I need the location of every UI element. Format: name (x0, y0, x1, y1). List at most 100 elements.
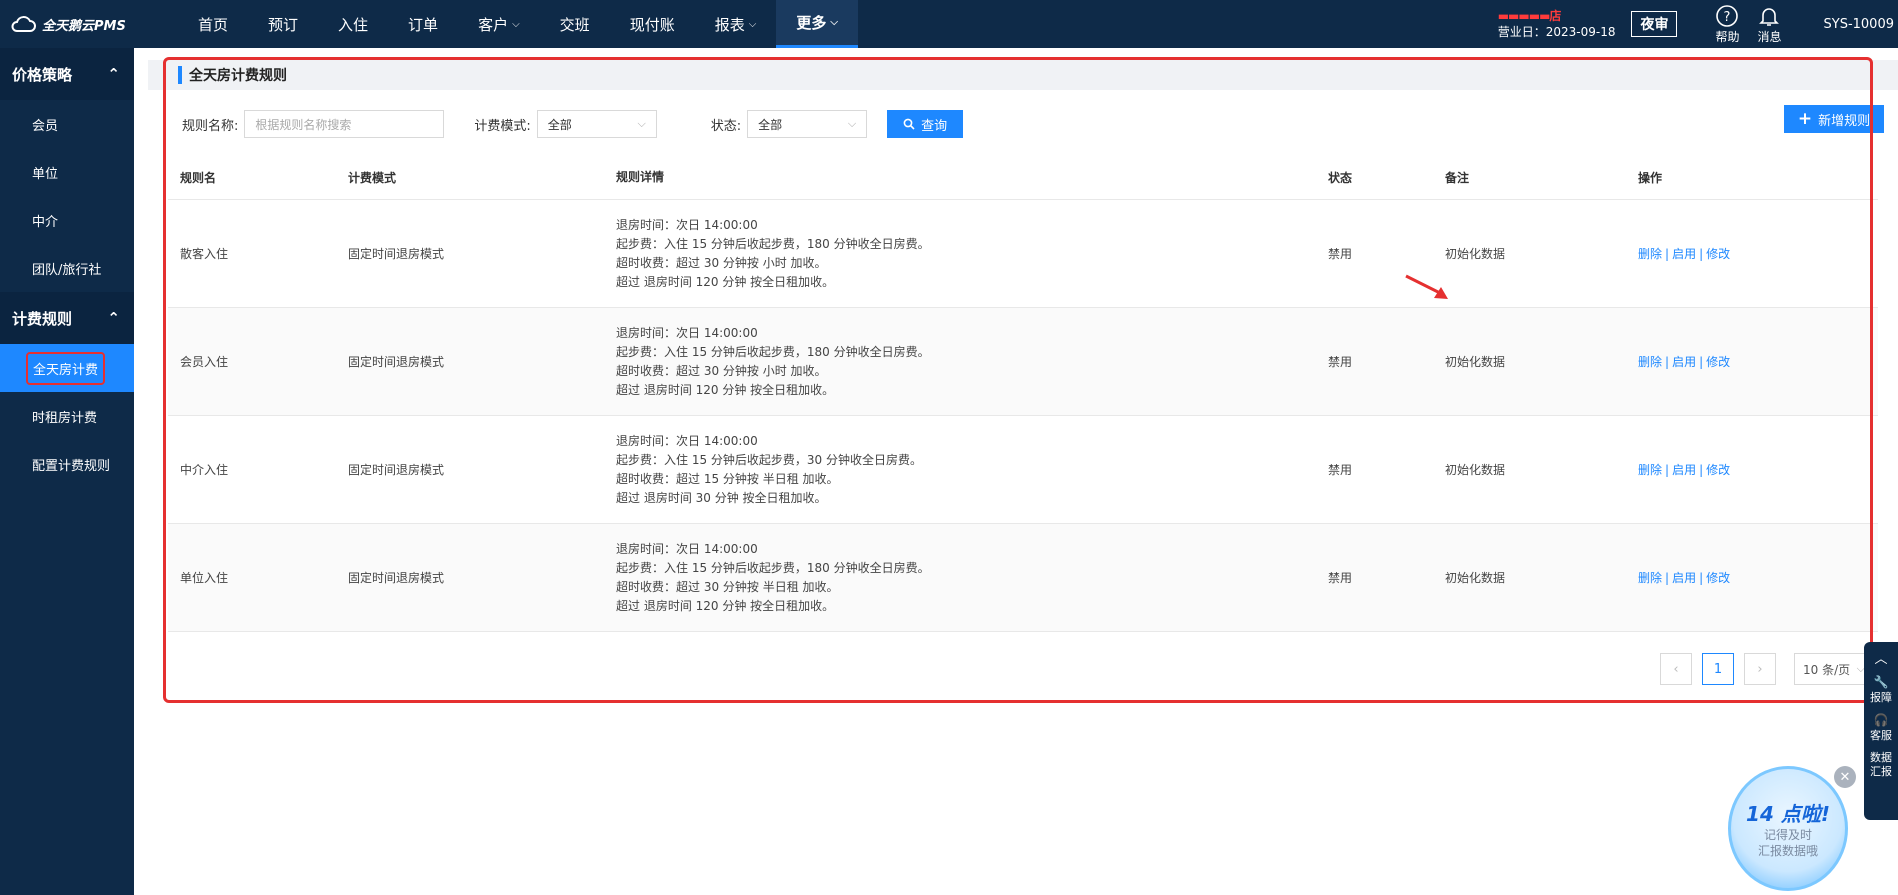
delete-link[interactable]: 删除 (1638, 463, 1662, 477)
nav-item[interactable]: 报表 ⌵ (695, 0, 777, 48)
rule-detail-line: 超时收费：超过 30 分钟按 小时 加收。 (616, 255, 827, 270)
search-icon (903, 118, 915, 130)
svg-text:?: ? (1724, 10, 1731, 25)
sidebar-item-label: 会员 (32, 118, 59, 134)
messages-button[interactable]: 消息 (1757, 4, 1782, 45)
page-size-select[interactable]: 10 条/页 ⌵ (1794, 653, 1874, 685)
app-logo[interactable]: 全天鹅云PMS (0, 0, 134, 48)
status-select[interactable]: 全部 ⌵ (747, 110, 868, 138)
sidebar-item-label: 配置计费规则 (32, 458, 111, 474)
nav-item-label: 入住 (338, 15, 369, 34)
rule-detail-line: 退房时间：次日 14:00:00 (616, 433, 758, 448)
enable-link[interactable]: 启用 (1672, 355, 1696, 369)
delete-link[interactable]: 删除 (1638, 571, 1662, 585)
help-button[interactable]: ? 帮助 (1715, 4, 1739, 45)
chevron-down-icon: ⌵ (847, 117, 857, 130)
enable-link[interactable]: 启用 (1672, 571, 1696, 585)
sidebar-item[interactable]: 时租房计费 (0, 392, 134, 440)
nav-item[interactable]: 现付账 (610, 0, 695, 48)
rule-details: 退房时间：次日 14:00:00 起步费：入住 15 分钟后收起步费，30 分钟收… (604, 432, 1316, 508)
status-select-value: 全部 (758, 117, 783, 132)
rule-remark: 初始化数据 (1445, 463, 1506, 477)
add-rule-button[interactable]: + 新增规则 (1784, 105, 1884, 133)
delete-link[interactable]: 删除 (1638, 247, 1662, 261)
collapse-button[interactable]: ︿ (1874, 648, 1887, 667)
sidebar-item-label: 时租房计费 (32, 410, 98, 426)
messages-label: 消息 (1757, 29, 1782, 44)
mode-select[interactable]: 全部 ⌵ (536, 110, 657, 138)
headset-icon: 🎧 (1873, 713, 1889, 727)
nav-item[interactable]: 首页 (178, 0, 248, 48)
nav-item-label: 预订 (268, 15, 299, 34)
nav-item-label: 现付账 (629, 15, 675, 34)
nav-item[interactable]: 交班 (540, 0, 610, 48)
sidebar-item[interactable]: 单位 (0, 148, 134, 196)
night-audit-button[interactable]: 夜审 (1631, 11, 1678, 37)
nav-item-label: 订单 (408, 15, 439, 34)
billing-mode: 固定时间退房模式 (348, 247, 445, 261)
edit-link[interactable]: 修改 (1706, 247, 1730, 261)
page-title-bar: 全天房计费规则 (148, 60, 1898, 90)
table-row: 单位入住 固定时间退房模式 退房时间：次日 14:00:00 起步费：入住 15 分钟… (168, 524, 1878, 632)
column-header: 操作 (1638, 170, 1663, 185)
rule-detail-line: 超时收费：超过 30 分钟按 小时 加收。 (616, 363, 827, 378)
rule-detail-line: 退房时间：次日 14:00:00 (616, 541, 758, 556)
mode-select-value: 全部 (547, 117, 572, 132)
rule-detail-line: 超时收费：超过 15 分钟按 半日租 加收。 (616, 471, 839, 486)
data-report-button[interactable]: 数据汇报 (1869, 751, 1893, 779)
separator: | (1665, 355, 1670, 369)
nav-item[interactable]: 订单 (388, 0, 458, 48)
user-code[interactable]: SYS-10009 (1824, 17, 1895, 32)
sidebar-item-label: 全天房计费 (26, 351, 106, 385)
column-header: 规则名 (180, 170, 217, 185)
help-label: 帮助 (1715, 29, 1740, 44)
delete-link[interactable]: 删除 (1638, 355, 1662, 369)
row-actions: 删除 | 启用 | 修改 (1626, 461, 1878, 478)
promo-bubble[interactable]: 14 点啦! 记得及时 汇报数据哦 (1728, 766, 1848, 891)
billing-mode: 固定时间退房模式 (348, 355, 445, 369)
rule-detail-line: 超过 退房时间 120 分钟 按全日租加收。 (616, 274, 835, 289)
sidebar-item[interactable]: 中介 (0, 196, 134, 244)
edit-link[interactable]: 修改 (1706, 463, 1730, 477)
rule-name: 单位入住 (180, 571, 229, 585)
sidebar-item[interactable]: 配置计费规则 (0, 440, 134, 488)
plus-icon: + (1797, 109, 1813, 129)
close-icon[interactable]: ✕ (1834, 766, 1856, 788)
chevron-down-icon: ⌵ (637, 117, 646, 130)
nav-item[interactable]: 入住 (318, 0, 388, 48)
chevron-down-icon: ⌵ (748, 18, 757, 30)
rule-detail-line: 起步费：入住 15 分钟后收起步费，180 分钟收全日房费。 (616, 560, 930, 575)
edit-link[interactable]: 修改 (1706, 355, 1730, 369)
report-fault-button[interactable]: 🔧 报障 (1870, 675, 1892, 705)
rule-detail-line: 超时收费：超过 30 分钟按 半日租 加收。 (616, 579, 839, 594)
promo-line2: 汇报数据哦 (1757, 844, 1818, 858)
report-fault-label: 报障 (1870, 691, 1892, 704)
sidebar-group[interactable]: 计费规则 ⌃ (0, 292, 134, 344)
sidebar-group[interactable]: 价格策略 ⌃ (0, 48, 134, 100)
main-nav: 首页 预订 入住 订单 客户 ⌵ 交班 现付账 报表 ⌵ 更多 ⌵ (178, 0, 858, 48)
nav-item[interactable]: 预订 (248, 0, 318, 48)
column-header: 备注 (1445, 170, 1470, 185)
next-page-button[interactable]: › (1744, 653, 1776, 685)
enable-link[interactable]: 启用 (1672, 247, 1696, 261)
rule-name-input[interactable]: 根据规则名称搜索 (244, 110, 445, 138)
enable-link[interactable]: 启用 (1672, 463, 1696, 477)
rule-remark: 初始化数据 (1445, 571, 1506, 585)
sidebar-item[interactable]: 全天房计费 (0, 344, 134, 392)
prev-page-button[interactable]: ‹ (1660, 653, 1692, 685)
query-button[interactable]: 查询 (887, 110, 964, 138)
edit-link[interactable]: 修改 (1706, 571, 1730, 585)
separator: | (1665, 463, 1670, 477)
hotel-name: ▬▬▬▬▬店 (1497, 9, 1562, 23)
nav-item[interactable]: 客户 ⌵ (458, 0, 540, 48)
sidebar-item[interactable]: 团队/旅行社 (0, 244, 134, 292)
sidebar-item[interactable]: 会员 (0, 100, 134, 148)
nav-item[interactable]: 更多 ⌵ (776, 0, 858, 48)
rules-table: 规则名 计费模式 规则详情 状态 备注 操作 散客入住 固定时间退房模式 退房时间：次日 14:… (168, 155, 1878, 632)
main-content: 全天房计费规则 规则名称: 根据规则名称搜索 计费模式: 全部 ⌵ 状态: 全部… (134, 48, 1898, 895)
page-number[interactable]: 1 (1702, 653, 1734, 685)
customer-service-button[interactable]: 🎧 客服 (1870, 713, 1892, 743)
top-right-area: ▬▬▬▬▬店 营业日：2023-09-18 夜审 ? 帮助 消息 SYS-100… (1498, 0, 1898, 48)
nav-item-label: 更多 (796, 14, 827, 32)
red-arrow-annotation (1405, 274, 1448, 299)
